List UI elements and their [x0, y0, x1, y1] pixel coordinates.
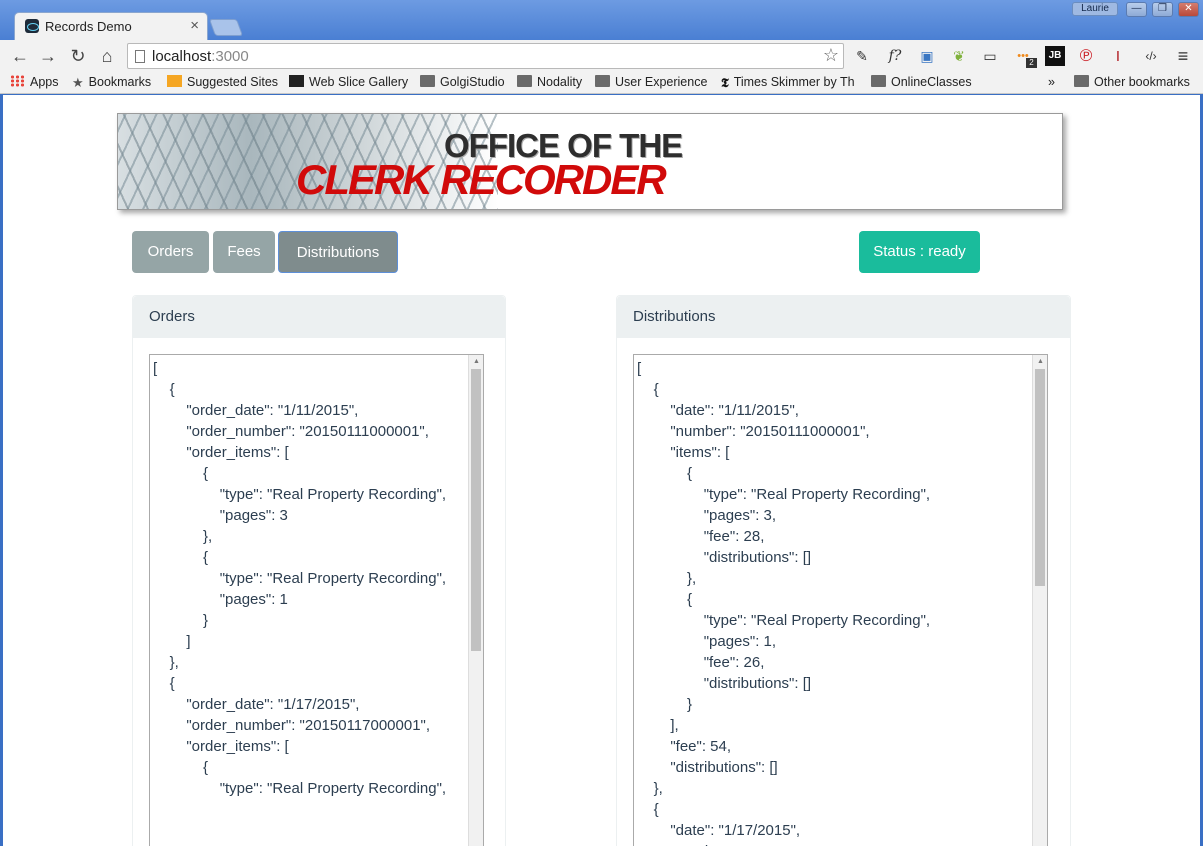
orders-json-textarea[interactable]: [ { "order_date": "1/11/2015", "order_nu…	[149, 354, 484, 846]
page-icon	[135, 50, 145, 63]
back-arrow-icon[interactable]: ←	[8, 44, 32, 68]
bookmark-onlineclasses[interactable]: OnlineClasses	[871, 75, 972, 89]
folder-icon	[871, 75, 886, 87]
folder-icon	[595, 75, 610, 87]
bookmark-bookmarks[interactable]: ★ Bookmarks	[72, 75, 151, 91]
url-text[interactable]: localhost:3000	[152, 48, 249, 65]
pinterest-icon[interactable]: ℗	[1076, 46, 1096, 66]
bookmark-other-bookmarks[interactable]: Other bookmarks	[1074, 75, 1190, 89]
status-badge: Status : ready	[859, 231, 980, 273]
code-icon[interactable]: ‹/›	[1141, 46, 1161, 66]
orders-button[interactable]: Orders	[132, 231, 209, 273]
formula-extension-icon[interactable]: f?	[885, 46, 905, 66]
reload-icon[interactable]: ↻	[66, 44, 90, 68]
fees-button[interactable]: Fees	[213, 231, 275, 273]
pushpin-icon[interactable]: Ⅰ	[1108, 46, 1128, 66]
page-content: OFFICE OF THE CLERK RECORDER Orders Fees…	[3, 95, 1200, 846]
orders-scroll-thumb[interactable]	[471, 369, 481, 651]
apps-icon	[10, 75, 25, 87]
browser-tab[interactable]: Records Demo ×	[14, 12, 208, 40]
bing-icon	[167, 75, 182, 87]
home-icon[interactable]: ⌂	[95, 44, 119, 68]
bookmark-user-experience[interactable]: User Experience	[595, 75, 707, 89]
distributions-scroll-thumb[interactable]	[1035, 369, 1045, 586]
bookmark-suggested-sites[interactable]: Suggested Sites	[167, 75, 278, 89]
scroll-up-arrow-icon[interactable]: ▲	[469, 355, 483, 368]
rss-badge: 2	[1026, 58, 1037, 68]
orders-scrollbar[interactable]: ▲	[468, 355, 483, 846]
distributions-button[interactable]: Distributions	[278, 231, 398, 273]
folder-icon	[517, 75, 532, 87]
bookmark-times-skimmer[interactable]: 𝕿 Times Skimmer by Th	[721, 75, 859, 91]
folder-icon	[1074, 75, 1089, 87]
eyedropper-icon[interactable]: ✎	[852, 46, 872, 66]
screenshot-icon[interactable]: ▣	[917, 46, 937, 66]
minimize-button[interactable]: —	[1126, 2, 1147, 17]
address-bar[interactable]: localhost:3000 ☆	[127, 43, 844, 69]
distributions-panel: Distributions [ { "date": "1/11/2015", "…	[616, 295, 1071, 846]
bookmarks-bar: Apps ★ Bookmarks Suggested Sites Web Slic…	[0, 72, 1203, 94]
bookmarks-overflow-chevron-icon[interactable]: »	[1048, 75, 1055, 89]
nyt-icon: 𝕿	[721, 75, 729, 90]
orders-panel-title: Orders	[133, 296, 505, 338]
clerk-recorder-banner: OFFICE OF THE CLERK RECORDER	[117, 113, 1063, 210]
distributions-scrollbar[interactable]: ▲	[1032, 355, 1047, 846]
distributions-panel-title: Distributions	[617, 296, 1070, 338]
profile-user-badge[interactable]: Laurie	[1072, 2, 1118, 16]
leaf-icon[interactable]: ❦	[949, 46, 969, 66]
forward-arrow-icon[interactable]: →	[36, 44, 60, 68]
distributions-json-textarea[interactable]: [ { "date": "1/11/2015", "number": "2015…	[633, 354, 1048, 846]
folder-icon	[420, 75, 435, 87]
menu-icon[interactable]: ≡	[1173, 46, 1193, 66]
jetbrains-icon[interactable]: JB	[1045, 46, 1065, 66]
window-title-bar: Records Demo × Laurie — ❐ ✕	[0, 0, 1203, 40]
bookmark-star-icon[interactable]: ☆	[823, 45, 839, 66]
distributions-json-text: [ { "date": "1/11/2015", "number": "2015…	[637, 360, 931, 846]
browser-toolbar: ← → ↻ ⌂ localhost:3000 ☆ ✎ f? ▣ ❦ ▭ ••• …	[0, 40, 1203, 72]
react-favicon-icon	[25, 19, 39, 33]
scroll-up-arrow-icon[interactable]: ▲	[1033, 355, 1047, 368]
bookmark-apps[interactable]: Apps	[10, 75, 59, 89]
bookmark-golgistudio[interactable]: GolgiStudio	[420, 75, 505, 89]
orders-json-text: [ { "order_date": "1/11/2015", "order_nu…	[153, 360, 447, 797]
tab-title: Records Demo	[45, 19, 132, 34]
cast-icon[interactable]: ▭	[980, 46, 1000, 66]
maximize-button[interactable]: ❐	[1152, 2, 1173, 17]
new-tab-button[interactable]	[208, 19, 244, 36]
close-window-button[interactable]: ✕	[1178, 2, 1199, 17]
web-slice-icon	[289, 75, 304, 87]
bookmark-nodality[interactable]: Nodality	[517, 75, 582, 89]
bookmark-web-slice-gallery[interactable]: Web Slice Gallery	[289, 75, 408, 89]
star-icon: ★	[72, 75, 84, 90]
banner-line2: CLERK RECORDER	[296, 156, 667, 203]
orders-panel: Orders [ { "order_date": "1/11/2015", "o…	[132, 295, 506, 846]
tab-close-icon[interactable]: ×	[190, 17, 199, 34]
